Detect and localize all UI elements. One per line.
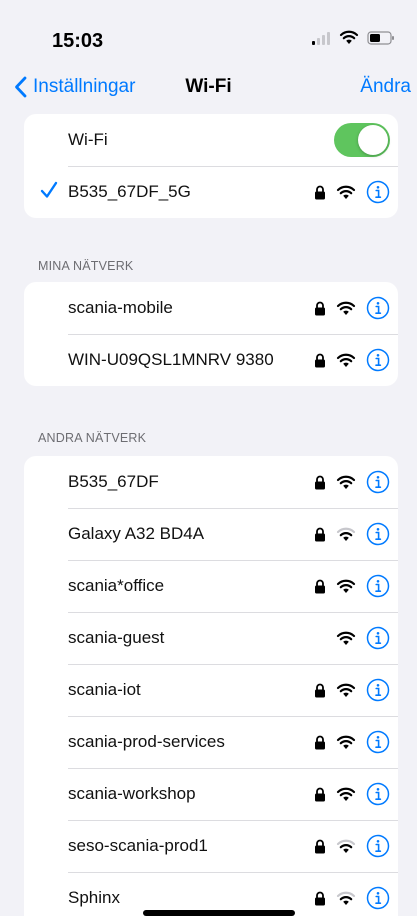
wifi-icon: [336, 631, 356, 646]
network-row[interactable]: scania*office: [24, 560, 398, 612]
wifi-icon: [336, 527, 356, 542]
other-networks-header: ANDRA NÄTVERK: [38, 431, 147, 445]
wifi-status-icon: [339, 30, 359, 45]
network-row[interactable]: scania-prod-services: [24, 716, 398, 768]
battery-icon: [367, 30, 395, 45]
wifi-icon: [336, 353, 356, 368]
wifi-group: Wi-Fi B535_67DF_5G: [24, 114, 398, 218]
info-icon[interactable]: [366, 348, 390, 372]
info-icon[interactable]: [366, 886, 390, 910]
info-icon[interactable]: [366, 834, 390, 858]
lock-icon: [314, 301, 326, 316]
checkmark-icon: [40, 179, 58, 201]
lock-icon: [314, 735, 326, 750]
network-row[interactable]: scania-workshop: [24, 768, 398, 820]
status-icons: [311, 30, 395, 45]
lock-icon: [314, 891, 326, 906]
wifi-toggle-row: Wi-Fi: [24, 114, 398, 166]
wifi-icon: [336, 301, 356, 316]
wifi-icon: [336, 787, 356, 802]
wifi-icon: [336, 683, 356, 698]
lock-icon: [314, 839, 326, 854]
wifi-icon: [336, 185, 356, 200]
info-icon[interactable]: [366, 470, 390, 494]
wifi-icon: [336, 475, 356, 490]
cellular-signal-icon: [311, 31, 331, 45]
wifi-icon: [336, 735, 356, 750]
network-row[interactable]: Galaxy A32 BD4A: [24, 508, 398, 560]
status-time: 15:03: [52, 30, 104, 52]
wifi-icon: [336, 839, 356, 854]
lock-icon: [314, 353, 326, 368]
network-row[interactable]: scania-mobile: [24, 282, 398, 334]
info-icon[interactable]: [366, 180, 390, 204]
connected-network-row[interactable]: B535_67DF_5G: [24, 166, 398, 218]
my-networks-header: MINA NÄTVERK: [38, 259, 134, 273]
lock-icon: [314, 787, 326, 802]
info-icon[interactable]: [366, 522, 390, 546]
page-title: Wi-Fi: [185, 76, 232, 97]
info-icon[interactable]: [366, 626, 390, 650]
wifi-icon: [336, 579, 356, 594]
network-row[interactable]: B535_67DF: [24, 456, 398, 508]
my-networks-list: scania-mobile WIN-U09QSL1MNRV 9380: [24, 282, 398, 386]
lock-icon: [314, 475, 326, 490]
navigation-bar: Inställningar Wi-Fi Ändra: [0, 70, 417, 110]
other-networks-list: B535_67DF Galaxy A32 BD4A scania*office sca…: [24, 456, 398, 916]
lock-icon: [314, 527, 326, 542]
lock-icon: [314, 579, 326, 594]
info-icon[interactable]: [366, 730, 390, 754]
home-indicator: [143, 910, 295, 916]
status-bar: 15:03: [0, 0, 417, 70]
lock-icon: [314, 185, 326, 200]
edit-button[interactable]: Ändra: [360, 76, 411, 98]
info-icon[interactable]: [366, 678, 390, 702]
network-row[interactable]: WIN-U09QSL1MNRV 9380: [24, 334, 398, 386]
wifi-toggle[interactable]: [334, 123, 390, 157]
lock-icon: [314, 683, 326, 698]
wifi-icon: [336, 891, 356, 906]
network-row[interactable]: scania-iot: [24, 664, 398, 716]
info-icon[interactable]: [366, 296, 390, 320]
network-row[interactable]: scania-guest: [24, 612, 398, 664]
info-icon[interactable]: [366, 574, 390, 598]
network-row[interactable]: seso-scania-prod1: [24, 820, 398, 872]
info-icon[interactable]: [366, 782, 390, 806]
